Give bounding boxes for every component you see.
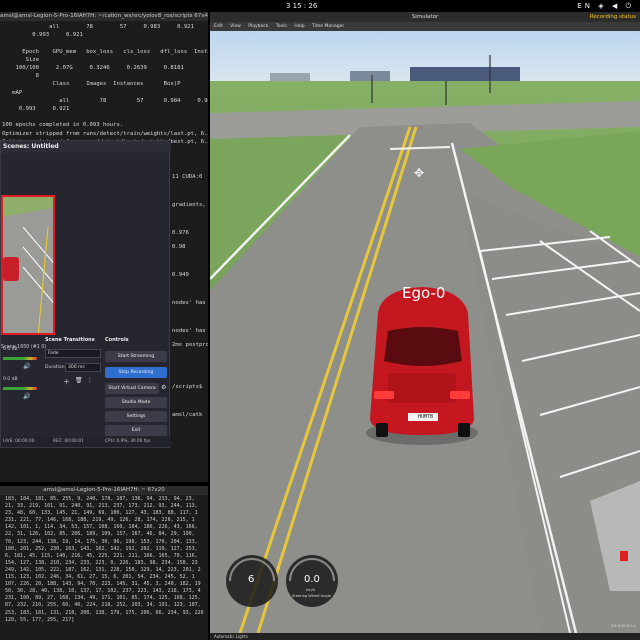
corner-info: 3.5.0.50.8.0.1 [610, 624, 636, 628]
keyboard-layout[interactable]: EN [577, 2, 593, 10]
simulator-menu: Edit View Playback Tools Help Time Manag… [210, 22, 640, 31]
terminal-output-side: 11 CUDA:0 gradients, 0.976 0.98 0.949 no… [172, 174, 208, 418]
obs-status-bar: LIVE: 00:00:00 REC: 00:00:01 CPU: 0.9%, … [1, 437, 171, 447]
simulator-title: Simulator Recording status [210, 12, 640, 22]
menu-help[interactable]: Help [294, 24, 304, 29]
speed-unit: km/h [306, 588, 316, 592]
live-status: LIVE: 00:00:00 [3, 439, 35, 444]
obs-scene-title: Scenes: Untitled [1, 141, 171, 153]
obs-preview-image [1, 195, 55, 335]
license-plate: HUMTB [418, 414, 434, 420]
controls-title: Controls [105, 337, 129, 343]
steering-wheel-label: Steering Wheel Angle [292, 594, 331, 598]
mute-icon[interactable]: 🔊 [23, 363, 30, 370]
simulator-window[interactable]: Simulator Recording status Edit View Pla… [210, 12, 640, 640]
trash-icon[interactable]: 🗑 [75, 377, 83, 384]
cpu-status: CPU: 0.9%, 30.00 fps [105, 439, 151, 444]
start-streaming-button[interactable]: Start Streaming [105, 351, 167, 362]
obs-preview: Scene 1650 (#1 0) [1, 167, 55, 449]
studio-mode-button[interactable]: Studio Mode [105, 397, 167, 408]
gear-indicator: 6 [248, 574, 255, 585]
simulator-title-text: Simulator [411, 14, 439, 20]
start-virtual-camera-button[interactable]: Start Virtual Camera [105, 383, 159, 394]
duration-label: Duration [45, 365, 65, 370]
power-icon[interactable]: ⏻ [625, 2, 634, 10]
transitions-title: Scene Transitions [45, 337, 95, 343]
rec-status: REC: 00:00:01 [53, 439, 84, 444]
mixer-meter-2 [3, 387, 37, 390]
system-top-bar: 3 15 : 26 EN ◈ ◀ ⏻ [0, 0, 640, 12]
more-icon[interactable]: ⋮ [87, 377, 93, 384]
add-transition-icon[interactable]: ＋ [63, 377, 70, 387]
exit-button[interactable]: Exit [105, 425, 167, 436]
volume-icon[interactable]: ◀ [612, 2, 620, 10]
transition-select[interactable]: Fade [45, 349, 101, 358]
obs-window[interactable]: Scenes: Untitled Scene 1650 (#1 0) 0.0 d… [0, 140, 171, 449]
terminal-title[interactable]: amsl@amsl-Legion-5-Pro-16IAH7H: ~ 67x20 [0, 486, 208, 495]
stop-recording-button[interactable]: Stop Recording [105, 367, 167, 378]
menu-playback[interactable]: Playback [248, 24, 268, 29]
system-tray[interactable]: EN ◈ ◀ ⏻ [577, 0, 634, 12]
mixer-level-1: 0.0 dB [3, 347, 18, 352]
simulator-viewport[interactable]: ✥ [210, 31, 640, 633]
mixer-level-2: 0.0 dB [3, 377, 18, 382]
menu-time-manager[interactable]: Time Manager [312, 24, 344, 29]
ego-vehicle-label: Ego-0 [402, 284, 446, 302]
simulator-status-bar: Automatic Lights [210, 633, 640, 640]
gear-icon[interactable]: ⚙ [161, 384, 166, 391]
menu-view[interactable]: View [230, 24, 241, 29]
network-icon[interactable]: ◈ [598, 2, 606, 10]
menu-tools[interactable]: Tools [276, 24, 287, 29]
terminal-output: 183, 184, 181, 85, 255, 9, 240, 178, 187… [5, 496, 204, 623]
speed-readout: 0.0 [304, 574, 320, 585]
menu-edit[interactable]: Edit [214, 24, 223, 29]
settings-button[interactable]: Settings [105, 411, 167, 422]
recording-status: Recording status [589, 14, 636, 20]
terminal-window-data[interactable]: amsl@amsl-Legion-5-Pro-16IAH7H: ~ 67x20 … [0, 486, 208, 640]
svg-text:✥: ✥ [414, 166, 424, 180]
system-clock[interactable]: 3 15 : 26 [286, 0, 317, 12]
terminal-title[interactable]: amsl@amsl-Legion-5-Pro-16IAH7H: ~/catkin… [0, 12, 208, 21]
mute-icon[interactable]: 🔊 [23, 393, 30, 400]
mixer-meter-1 [3, 357, 37, 360]
duration-input[interactable]: 300 ms [65, 363, 101, 372]
